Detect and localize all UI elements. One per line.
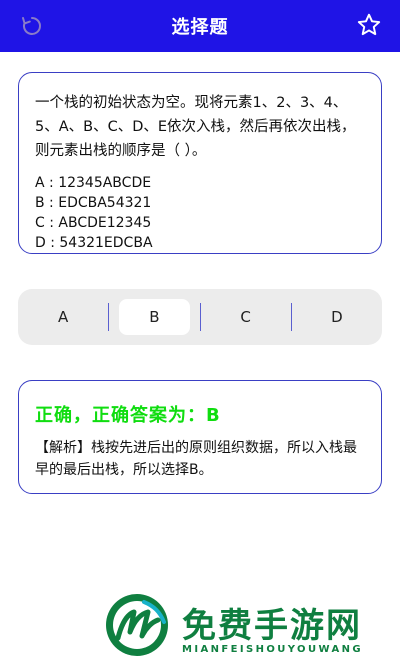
choice-d-button[interactable]: D xyxy=(302,299,372,335)
refresh-back-icon[interactable] xyxy=(20,14,44,38)
analysis-text: 【解析】栈按先进后出的原则组织数据，所以入栈最早的最后出栈，所以选择B。 xyxy=(35,440,357,478)
watermark-text: 免费手游网 xyxy=(182,606,362,646)
watermark-subtext: MIANFEISHOUYOUWANG xyxy=(182,644,363,655)
option-d-text: D : 54321EDCBA xyxy=(35,235,153,251)
watermark-logo-icon xyxy=(106,594,168,656)
divider xyxy=(199,303,201,331)
divider xyxy=(290,303,292,331)
choice-b-button[interactable]: B xyxy=(119,299,190,335)
option-a-text: A : 12345ABCDE xyxy=(35,175,152,191)
result-title: 正确，正确答案为：B xyxy=(35,405,221,426)
option-b-text: B : EDCBA54321 xyxy=(35,195,152,211)
choice-c-button[interactable]: C xyxy=(211,299,281,335)
page-title: 选择题 xyxy=(171,17,229,38)
result-card: 正确，正确答案为：B 【解析】栈按先进后出的原则组织数据，所以入栈最早的最后出栈… xyxy=(18,380,382,494)
question-card: 一个栈的初始状态为空。现将元素1、2、3、4、5、A、B、C、D、E依次入栈，然… xyxy=(18,72,382,254)
answer-selector: A B C D xyxy=(18,289,382,345)
option-c-text: C : ABCDE12345 xyxy=(35,215,152,231)
watermark: 免费手游网 MIANFEISHOUYOUWANG xyxy=(0,592,400,666)
star-icon[interactable] xyxy=(356,12,382,38)
question-text: 一个栈的初始状态为空。现将元素1、2、3、4、5、A、B、C、D、E依次入栈，然… xyxy=(35,95,356,159)
options-list: A : 12345ABCDE B : EDCBA54321 C : ABCDE1… xyxy=(35,173,365,253)
divider xyxy=(108,303,110,331)
top-bar: 选择题 xyxy=(0,0,400,52)
choice-a-button[interactable]: A xyxy=(28,299,98,335)
